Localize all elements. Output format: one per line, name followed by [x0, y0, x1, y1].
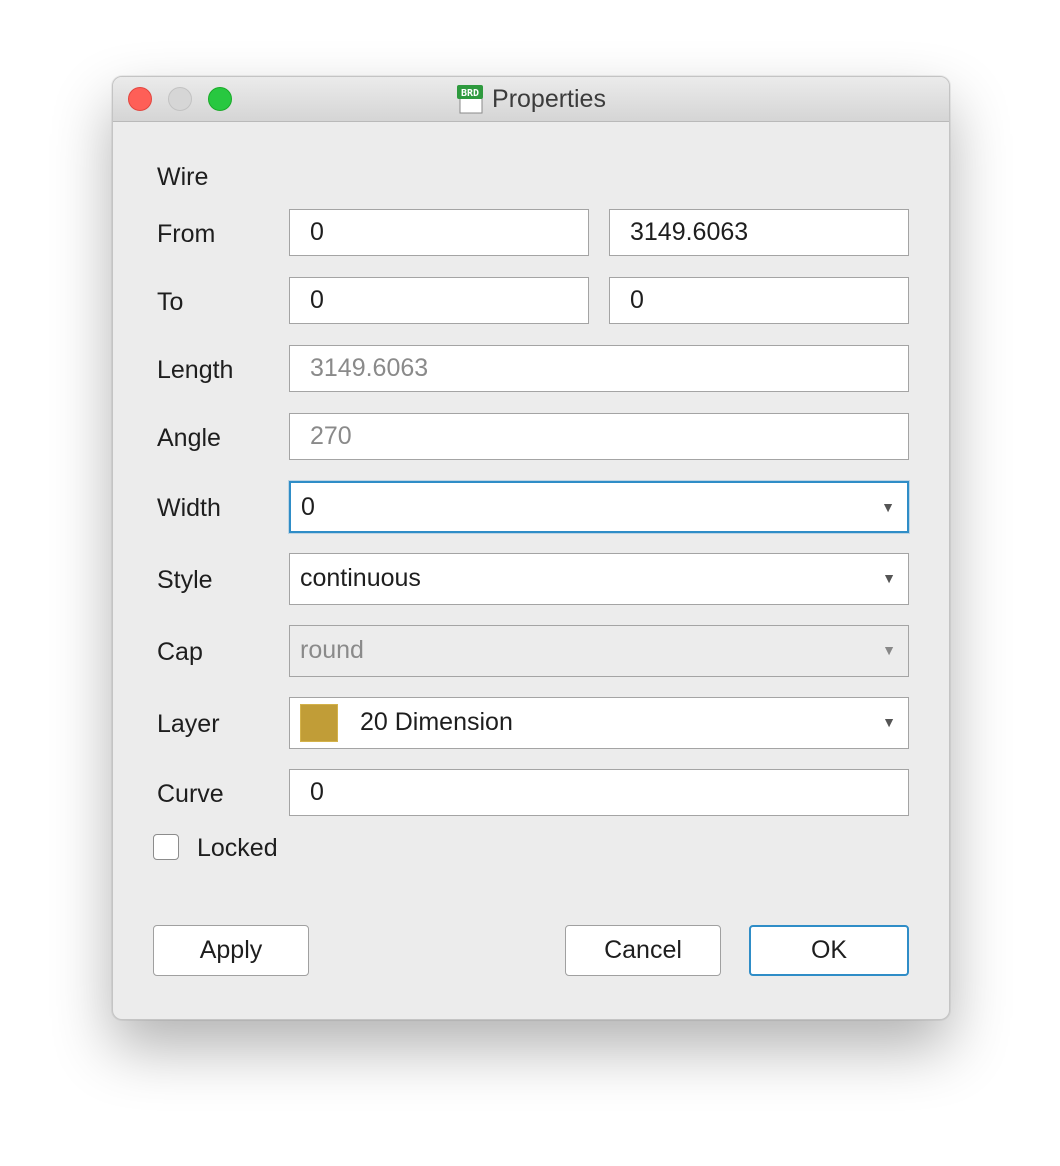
from-label: From [157, 220, 216, 248]
layer-label: Layer [157, 710, 220, 738]
cap-value: round [300, 636, 364, 664]
brd-document-icon: BRD [456, 84, 484, 114]
cap-select: round ▼ [289, 625, 909, 677]
style-value: continuous [300, 564, 421, 592]
properties-dialog: BRD Properties Wire From 0 3149.6063 To … [112, 76, 950, 1020]
angle-label: Angle [157, 424, 221, 452]
style-label: Style [157, 566, 213, 594]
to-x-input[interactable]: 0 [289, 277, 589, 324]
to-label: To [157, 288, 184, 316]
chevron-down-icon[interactable]: ▼ [882, 554, 896, 603]
length-label: Length [157, 356, 234, 384]
title-group: BRD Properties [113, 77, 949, 121]
chevron-down-icon[interactable]: ▼ [881, 483, 895, 532]
locked-label[interactable]: Locked [197, 833, 278, 863]
apply-button[interactable]: Apply [153, 925, 309, 976]
width-value: 0 [301, 493, 315, 521]
cancel-button[interactable]: Cancel [565, 925, 721, 976]
curve-input[interactable]: 0 [289, 769, 909, 816]
layer-select[interactable]: 20 Dimension ▼ [289, 697, 909, 749]
chevron-down-icon: ▼ [882, 642, 896, 658]
layer-color-swatch [300, 704, 338, 742]
locked-checkbox[interactable] [153, 834, 179, 860]
length-field: 3149.6063 [289, 345, 909, 392]
section-heading: Wire [157, 163, 209, 191]
width-label: Width [157, 494, 221, 522]
ok-button[interactable]: OK [749, 925, 909, 976]
width-combobox[interactable]: 0 ▼ [289, 481, 909, 533]
chevron-down-icon[interactable]: ▼ [882, 698, 896, 747]
to-y-input[interactable]: 0 [609, 277, 909, 324]
layer-value: 20 Dimension [360, 708, 513, 736]
title-bar[interactable]: BRD Properties [113, 77, 949, 122]
from-y-input[interactable]: 3149.6063 [609, 209, 909, 256]
app-icon-label: BRD [461, 88, 479, 99]
angle-field: 270 [289, 413, 909, 460]
style-select[interactable]: continuous ▼ [289, 553, 909, 605]
curve-label: Curve [157, 780, 224, 808]
window-title: Properties [492, 84, 606, 113]
from-x-input[interactable]: 0 [289, 209, 589, 256]
cap-label: Cap [157, 638, 203, 666]
